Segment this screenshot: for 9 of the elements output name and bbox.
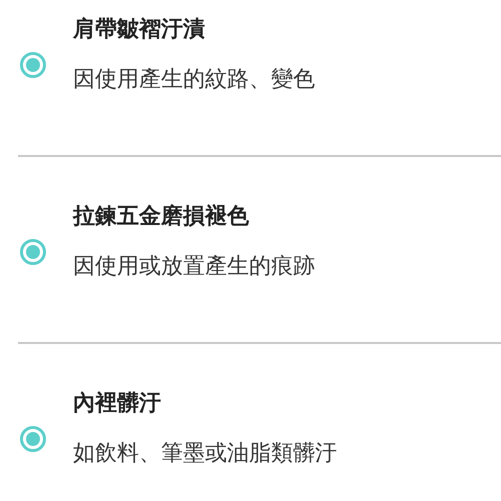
option-description: 因使用產生的紋路、變色 [73, 66, 315, 94]
radio-button[interactable] [20, 239, 46, 265]
radio-button[interactable] [20, 52, 46, 78]
radio-button[interactable] [20, 426, 46, 452]
option-title: 內裡髒汙 [73, 390, 162, 418]
option-title: 肩帶皺褶汙漬 [73, 16, 206, 44]
option-description: 因使用或放置產生的痕跡 [73, 253, 315, 281]
option-description: 如飲料、筆墨或油脂類髒汙 [73, 440, 337, 468]
option-title: 拉鍊五金磨損褪色 [73, 203, 250, 231]
